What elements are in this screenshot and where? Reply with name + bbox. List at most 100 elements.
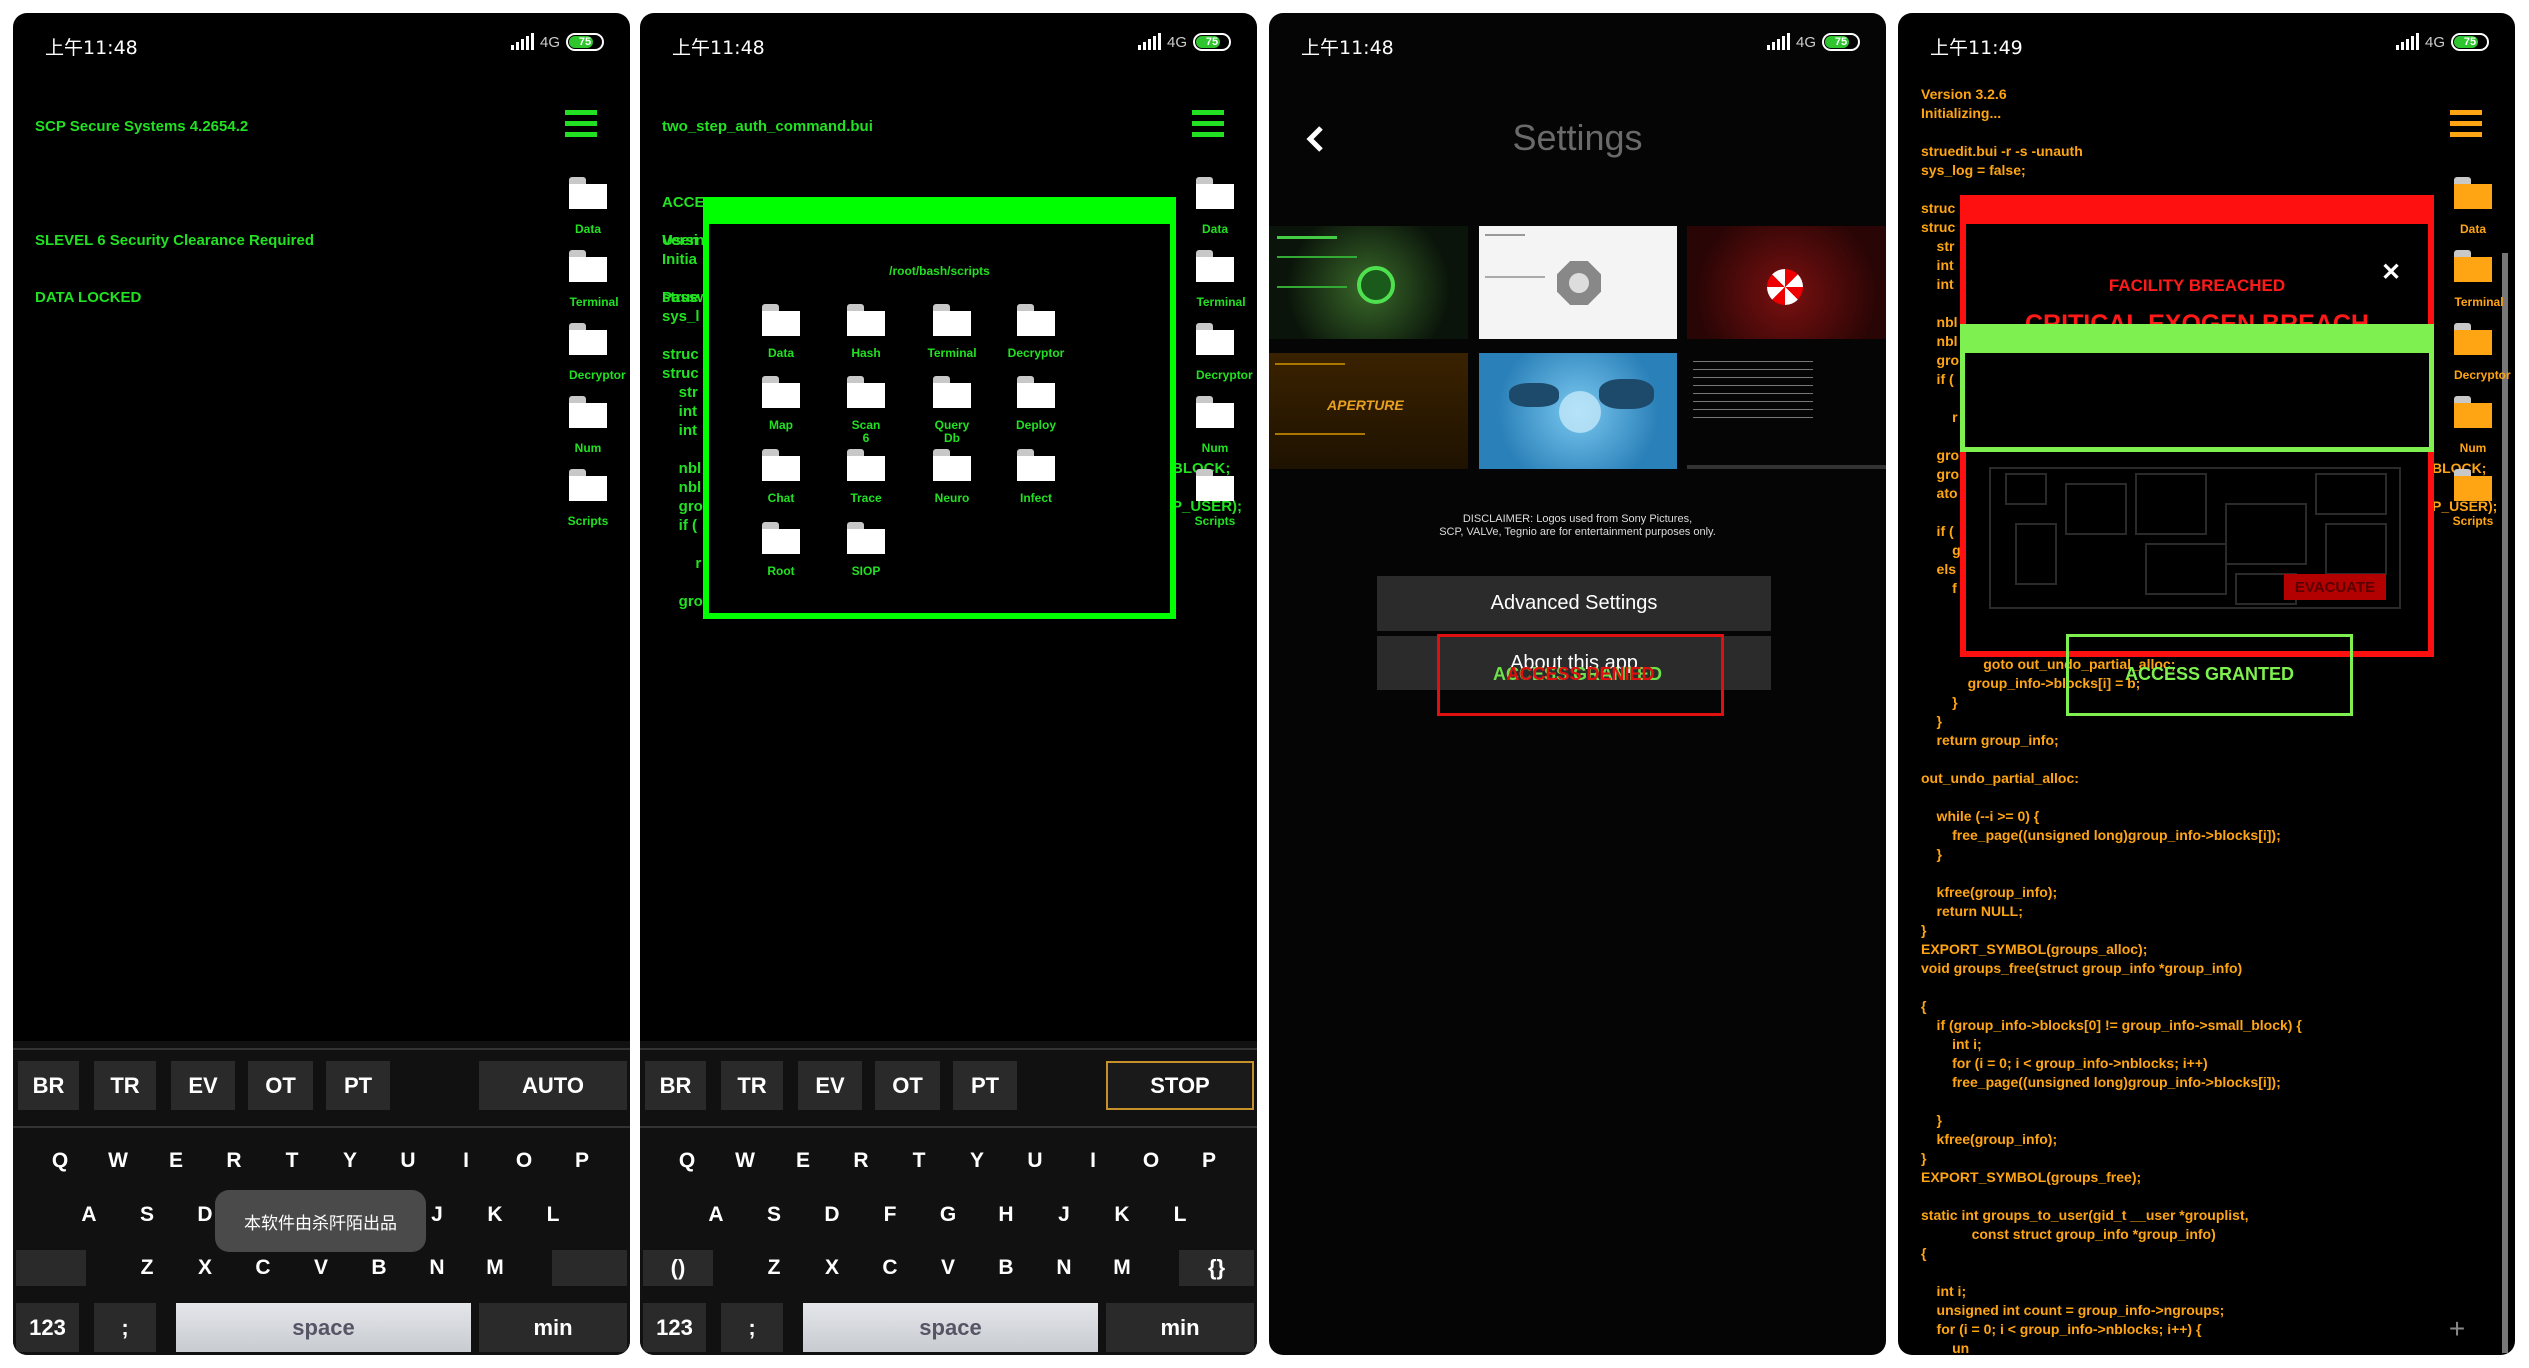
suggestion-tr[interactable]: TR xyxy=(721,1061,783,1110)
key-semicolon[interactable]: ; xyxy=(94,1303,156,1352)
close-button[interactable]: ✕ xyxy=(2378,260,2404,286)
key-p[interactable]: P xyxy=(562,1149,602,1173)
suggestion-br[interactable]: BR xyxy=(18,1061,79,1110)
side-folder-scripts[interactable]: Scripts xyxy=(1195,469,1246,528)
key-v[interactable]: V xyxy=(928,1256,968,1280)
key-space[interactable]: space xyxy=(176,1303,471,1352)
key-a[interactable]: A xyxy=(696,1203,736,1227)
key-min[interactable]: min xyxy=(479,1303,627,1352)
key-123[interactable]: 123 xyxy=(16,1303,79,1352)
hamburger-menu-button[interactable] xyxy=(565,110,597,137)
dialog-folder-neuro[interactable]: Neuro xyxy=(917,449,987,505)
dialog-folder-chat[interactable]: Chat xyxy=(746,449,816,505)
dialog-folder-query[interactable]: Query Db xyxy=(917,376,987,445)
dialog-folder-trace[interactable]: Trace xyxy=(831,449,901,505)
hamburger-menu-button[interactable] xyxy=(1192,110,1224,137)
side-folder-num[interactable]: Num xyxy=(1196,396,1246,455)
side-folder-terminal[interactable]: Terminal xyxy=(1196,250,1246,309)
suggestion-pt[interactable]: PT xyxy=(953,1061,1017,1110)
suggestion-pt[interactable]: PT xyxy=(326,1061,390,1110)
key-o[interactable]: O xyxy=(1131,1149,1171,1173)
key-u[interactable]: U xyxy=(388,1149,428,1173)
key-side-right[interactable]: {} xyxy=(1179,1250,1254,1286)
suggestion-ot[interactable]: OT xyxy=(248,1061,313,1110)
suggestion-ev[interactable]: EV xyxy=(798,1061,862,1110)
side-folder-terminal[interactable]: Terminal xyxy=(2454,250,2504,309)
key-x[interactable]: X xyxy=(185,1256,225,1280)
theme-thumbnail-dharma[interactable] xyxy=(1479,226,1677,339)
dialog-folder-siop[interactable]: SIOP xyxy=(831,522,901,578)
action-stop-button[interactable]: STOP xyxy=(1106,1061,1254,1110)
side-folder-scripts[interactable]: Scripts xyxy=(568,469,619,528)
key-g[interactable]: G xyxy=(928,1203,968,1227)
evacuate-button[interactable]: EVACUATE xyxy=(2284,574,2386,600)
key-u[interactable]: U xyxy=(1015,1149,1055,1173)
side-folder-decryptor[interactable]: Decryptor xyxy=(2454,323,2511,382)
key-side-left[interactable]: () xyxy=(643,1250,713,1286)
key-y[interactable]: Y xyxy=(330,1149,370,1173)
hamburger-menu-button[interactable] xyxy=(2450,110,2482,137)
suggestion-ot[interactable]: OT xyxy=(875,1061,940,1110)
key-side-left[interactable] xyxy=(16,1250,86,1286)
theme-thumbnail-umbrella[interactable] xyxy=(1687,226,1886,339)
dialog-folder-scan[interactable]: Scan 6 xyxy=(831,376,901,445)
dialog-folder-root[interactable]: Root xyxy=(746,522,816,578)
dialog-folder-decryptor[interactable]: Decryptor xyxy=(1001,304,1071,360)
key-l[interactable]: L xyxy=(533,1203,573,1227)
dialog-folder-data[interactable]: Data xyxy=(746,304,816,360)
side-folder-data[interactable]: Data xyxy=(2454,177,2504,236)
dialog-folder-map[interactable]: Map xyxy=(746,376,816,432)
key-space[interactable]: space xyxy=(803,1303,1098,1352)
key-y[interactable]: Y xyxy=(957,1149,997,1173)
side-folder-data[interactable]: Data xyxy=(1196,177,1246,236)
key-h[interactable]: H xyxy=(986,1203,1026,1227)
key-v[interactable]: V xyxy=(301,1256,341,1280)
key-k[interactable]: K xyxy=(475,1203,515,1227)
key-min[interactable]: min xyxy=(1106,1303,1254,1352)
key-n[interactable]: N xyxy=(1044,1256,1084,1280)
key-t[interactable]: T xyxy=(899,1149,939,1173)
advanced-settings-button[interactable]: Advanced Settings xyxy=(1377,576,1771,631)
suggestion-br[interactable]: BR xyxy=(645,1061,706,1110)
key-q[interactable]: Q xyxy=(667,1149,707,1173)
key-s[interactable]: S xyxy=(127,1203,167,1227)
theme-thumbnail-world[interactable] xyxy=(1479,353,1677,469)
key-side-right[interactable] xyxy=(552,1250,627,1286)
side-folder-scripts[interactable]: Scripts xyxy=(2453,469,2504,528)
key-z[interactable]: Z xyxy=(754,1256,794,1280)
side-folder-num[interactable]: Num xyxy=(569,396,619,455)
suggestion-ev[interactable]: EV xyxy=(171,1061,235,1110)
key-semicolon[interactable]: ; xyxy=(721,1303,783,1352)
key-s[interactable]: S xyxy=(754,1203,794,1227)
dialog-folder-infect[interactable]: Infect xyxy=(1001,449,1071,505)
action-auto-button[interactable]: AUTO xyxy=(479,1061,627,1110)
dialog-folder-deploy[interactable]: Deploy xyxy=(1001,376,1071,432)
key-123[interactable]: 123 xyxy=(643,1303,706,1352)
key-p[interactable]: P xyxy=(1189,1149,1229,1173)
key-q[interactable]: Q xyxy=(40,1149,80,1173)
key-b[interactable]: B xyxy=(986,1256,1026,1280)
key-t[interactable]: T xyxy=(272,1149,312,1173)
key-w[interactable]: W xyxy=(98,1149,138,1173)
dialog-folder-hash[interactable]: Hash xyxy=(831,304,901,360)
add-button[interactable]: + xyxy=(2445,1315,2469,1343)
key-a[interactable]: A xyxy=(69,1203,109,1227)
key-m[interactable]: M xyxy=(475,1256,515,1280)
key-i[interactable]: I xyxy=(446,1149,486,1173)
key-k[interactable]: K xyxy=(1102,1203,1142,1227)
key-c[interactable]: C xyxy=(243,1256,283,1280)
key-o[interactable]: O xyxy=(504,1149,544,1173)
key-e[interactable]: E xyxy=(156,1149,196,1173)
side-folder-num[interactable]: Num xyxy=(2454,396,2504,455)
key-r[interactable]: R xyxy=(214,1149,254,1173)
key-f[interactable]: F xyxy=(870,1203,910,1227)
key-b[interactable]: B xyxy=(359,1256,399,1280)
key-c[interactable]: C xyxy=(870,1256,910,1280)
key-j[interactable]: J xyxy=(1044,1203,1084,1227)
theme-thumbnail-code[interactable] xyxy=(1687,353,1886,469)
dialog-folder-terminal[interactable]: Terminal xyxy=(917,304,987,360)
theme-thumbnail-scp[interactable] xyxy=(1269,226,1468,339)
key-i[interactable]: I xyxy=(1073,1149,1113,1173)
key-l[interactable]: L xyxy=(1160,1203,1200,1227)
key-r[interactable]: R xyxy=(841,1149,881,1173)
